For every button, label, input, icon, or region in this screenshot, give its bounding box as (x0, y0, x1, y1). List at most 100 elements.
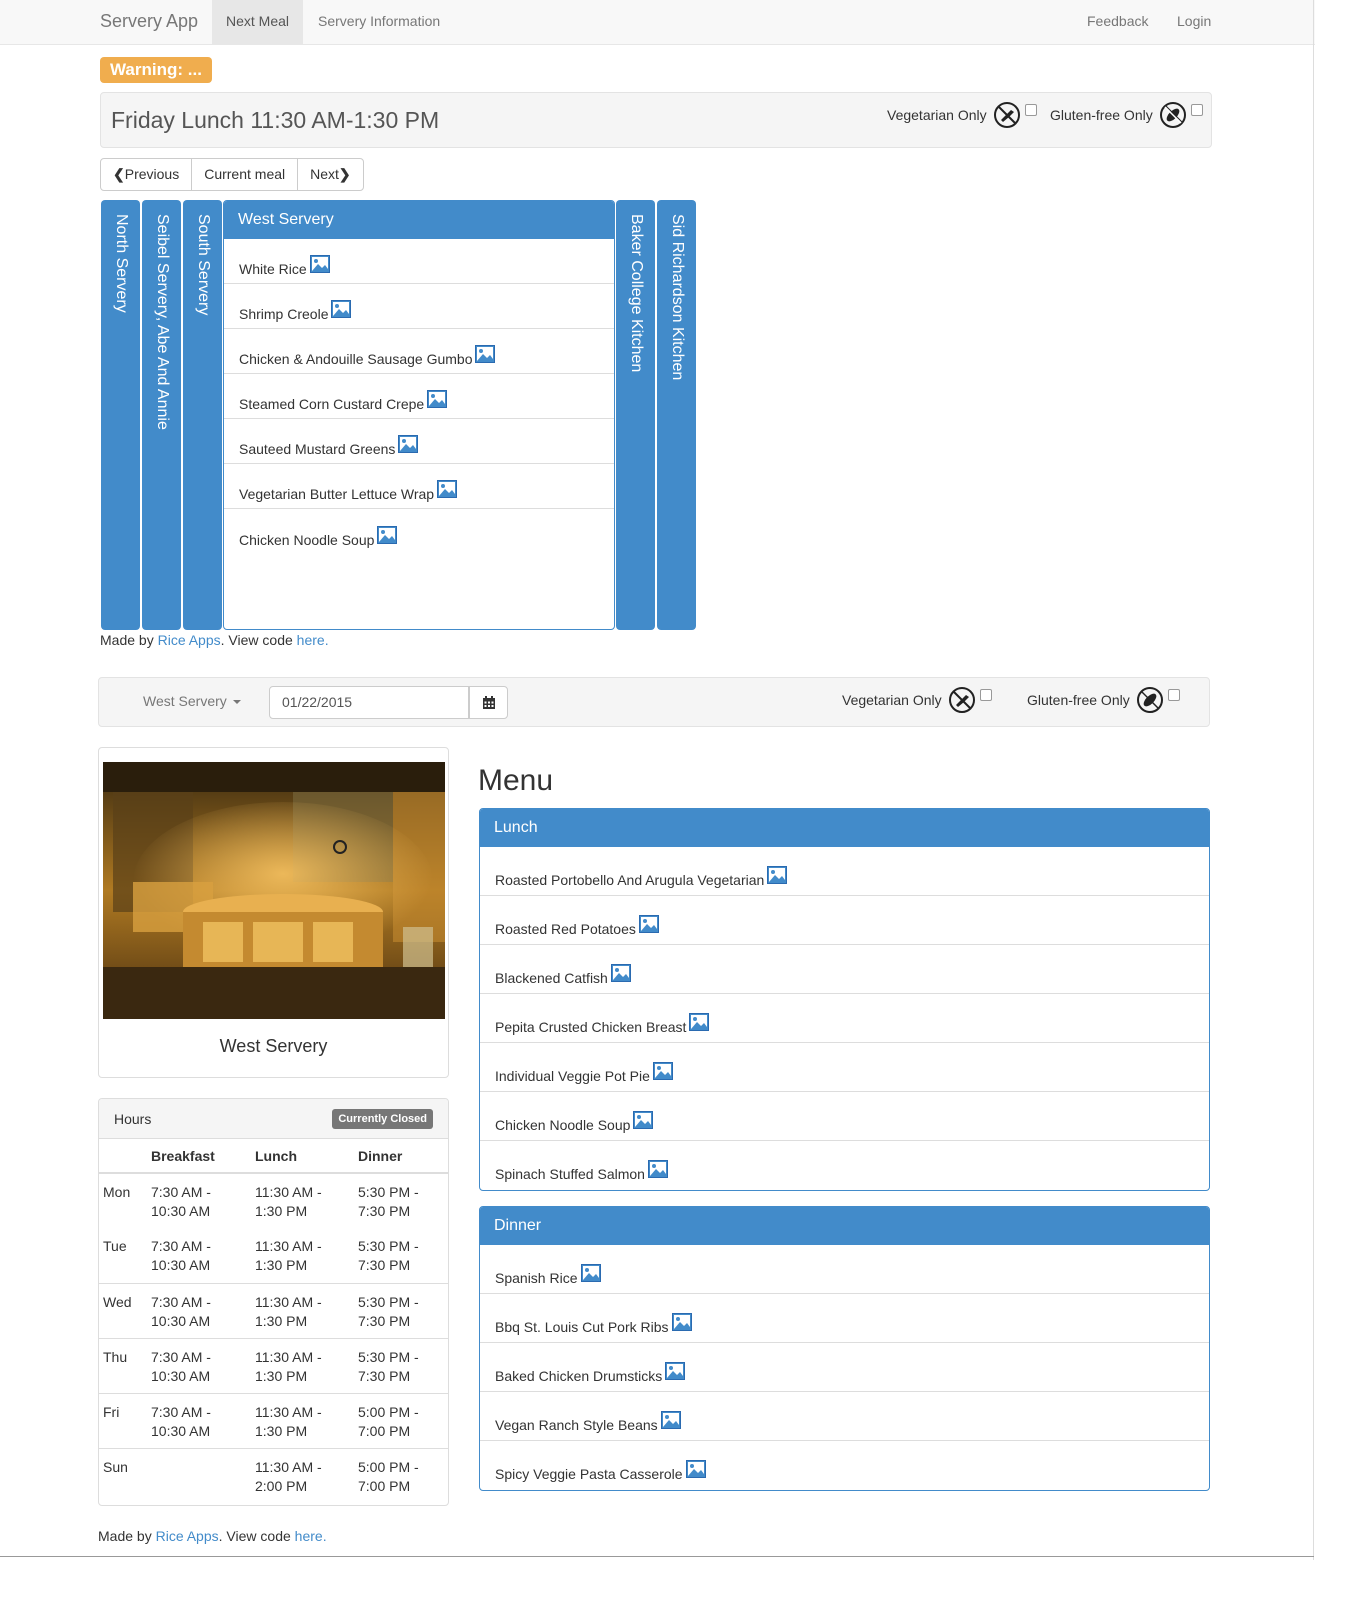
hours-lunch: 11:30 AM - 2:00 PM (251, 1447, 354, 1503)
picture-icon[interactable] (638, 914, 659, 933)
hours-time: 1:30 PM (255, 1257, 308, 1273)
hours-day: Wed (99, 1282, 147, 1338)
current-meal-button[interactable]: Current meal (192, 159, 299, 190)
picture-icon[interactable] (660, 1410, 681, 1429)
picture-icon[interactable] (427, 390, 448, 408)
hours-time: 5:00 PM - (358, 1403, 419, 1420)
hours-table: Breakfast Lunch Dinner Mon 7:30 AM -10:30… (99, 1139, 448, 1503)
no-gluten-icon (1159, 102, 1186, 128)
meal-pager: ❮Previous Current meal Next❯ (100, 158, 364, 191)
servery-dropdown[interactable]: West Servery (143, 693, 241, 709)
no-meat-icon (993, 102, 1020, 128)
hours-lunch: 11:30 AM - 1:30 PM (251, 1228, 354, 1283)
picture-icon[interactable] (671, 1312, 692, 1331)
picture-icon[interactable] (767, 865, 788, 884)
hours-time: 11:30 AM - (255, 1293, 322, 1310)
previous-label: Previous (124, 166, 180, 182)
code-link[interactable]: here (297, 632, 325, 648)
gluten-free-checkbox[interactable] (1167, 689, 1180, 701)
page-bottom-divider (0, 1556, 1314, 1557)
lunch-dish-row: Pepita Crusted Chicken Breast (480, 994, 1209, 1043)
hours-day: Fri (99, 1392, 147, 1448)
vegetarian-label: Vegetarian Only (842, 692, 942, 708)
nav-feedback[interactable]: Feedback (1073, 0, 1162, 44)
tab-seibel-servery[interactable]: Seibel Servery, Abe And Annie (142, 200, 181, 630)
hours-column-header: Lunch (251, 1139, 354, 1174)
dish-name: Spicy Veggie Pasta Casserole (495, 1466, 683, 1482)
hours-time: 11:30 AM - (255, 1238, 322, 1254)
hours-lunch: 11:30 AM - 1:30 PM (251, 1282, 354, 1338)
dish-name: Spanish Rice (495, 1269, 578, 1286)
picture-icon[interactable] (689, 1012, 710, 1031)
vegetarian-checkbox[interactable] (1024, 104, 1037, 116)
hours-row: Thu 7:30 AM - 10:30 AM 11:30 AM - 1:30 PM 5:3… (99, 1337, 448, 1393)
lunch-dish-row: Blackened Catfish (480, 945, 1209, 994)
picture-icon[interactable] (398, 435, 419, 453)
rice-apps-link[interactable]: Rice Apps (158, 632, 221, 648)
hours-time: 10:30 AM (151, 1367, 211, 1384)
picture-icon[interactable] (610, 963, 631, 982)
picture-icon[interactable] (665, 1361, 686, 1380)
dish-name: Vegan Ranch Style Beans (495, 1416, 658, 1433)
calendar-button[interactable] (469, 686, 508, 719)
picture-icon[interactable] (377, 525, 398, 544)
tab-north-servery[interactable]: North Servery (101, 200, 140, 630)
hours-column-header: Dinner (354, 1139, 448, 1174)
hours-time: 2:00 PM (255, 1477, 308, 1494)
hours-day: Thu (99, 1337, 147, 1393)
hours-time: 7:00 PM (358, 1477, 411, 1494)
hours-breakfast: 7:30 AM - 10:30 AM (147, 1282, 251, 1338)
next-button[interactable]: Next❯ (298, 159, 363, 190)
tab-sid-richardson-kitchen[interactable]: Sid Richardson Kitchen (657, 200, 696, 630)
hours-time: 7:30 AM - (151, 1293, 211, 1310)
dish-row: White Rice (224, 239, 614, 284)
dish-name: Roasted Red Potatoes (495, 920, 636, 937)
dish-row: Shrimp Creole (224, 284, 614, 329)
picture-icon[interactable] (309, 255, 330, 273)
dish-name: Shrimp Creole (239, 306, 329, 322)
nav-login[interactable]: Login (1163, 0, 1225, 44)
dish-name: Steamed Corn Custard Crepe (239, 396, 425, 412)
nav-servery-information[interactable]: Servery Information (304, 0, 454, 44)
picture-icon[interactable] (652, 1061, 673, 1080)
hours-row: Fri 7:30 AM - 10:30 AM 11:30 AM - 1:30 PM 5:0… (99, 1392, 448, 1448)
rice-apps-link[interactable]: Rice Apps (156, 1528, 219, 1544)
no-gluten-icon (1136, 687, 1163, 713)
brand-link[interactable]: Servery App (100, 11, 198, 32)
nav-next-meal[interactable]: Next Meal (212, 0, 304, 44)
hours-time: 1:30 PM (255, 1312, 308, 1329)
lunch-dish-row: Roasted Portobello And Arugula Vegetaria… (480, 847, 1209, 896)
dish-name: Sauteed Mustard Greens (239, 441, 396, 457)
dish-name: Vegetarian Butter Lettuce Wrap (239, 486, 435, 502)
date-input[interactable]: 01/22/2015 (269, 686, 469, 719)
caret-down-icon (232, 700, 241, 705)
west-servery-header[interactable]: West Servery (224, 201, 614, 239)
gluten-free-checkbox[interactable] (1190, 104, 1203, 116)
hours-dinner: 5:30 PM - 7:30 PM (354, 1172, 448, 1228)
picture-icon[interactable] (633, 1110, 654, 1129)
dinner-dish-row: Spicy Veggie Pasta Casserole (480, 1441, 1209, 1490)
hours-title: Hours (114, 1111, 152, 1127)
dish-name: Spinach Stuffed Salmon (495, 1166, 645, 1182)
picture-icon[interactable] (475, 345, 496, 363)
hours-panel: Hours Currently Closed Breakfast Lunch D… (98, 1098, 449, 1506)
gluten-free-filter: Gluten-free Only (1050, 101, 1203, 129)
lunch-list: Roasted Portobello And Arugula Vegetaria… (480, 847, 1209, 1190)
picture-icon[interactable] (647, 1160, 668, 1178)
picture-icon[interactable] (580, 1263, 601, 1282)
code-link[interactable]: here (295, 1528, 323, 1544)
tab-south-servery[interactable]: South Servery (183, 200, 222, 630)
no-meat-icon (948, 687, 975, 713)
previous-button[interactable]: ❮Previous (101, 159, 193, 190)
dish-name: Chicken Noodle Soup (495, 1116, 631, 1133)
vegetarian-checkbox[interactable] (979, 689, 992, 701)
footer-text: Made by (100, 632, 158, 648)
navbar: Servery App Next Meal Servery Informatio… (0, 0, 1315, 45)
picture-icon[interactable] (685, 1460, 706, 1478)
hours-dinner: 5:30 PM - 7:30 PM (354, 1228, 448, 1283)
picture-icon[interactable] (331, 300, 352, 318)
lunch-dish-row: Spinach Stuffed Salmon (480, 1141, 1209, 1190)
hours-time: 1:30 PM (255, 1367, 308, 1384)
tab-baker-college-kitchen[interactable]: Baker College Kitchen (616, 200, 655, 630)
picture-icon[interactable] (437, 480, 458, 498)
